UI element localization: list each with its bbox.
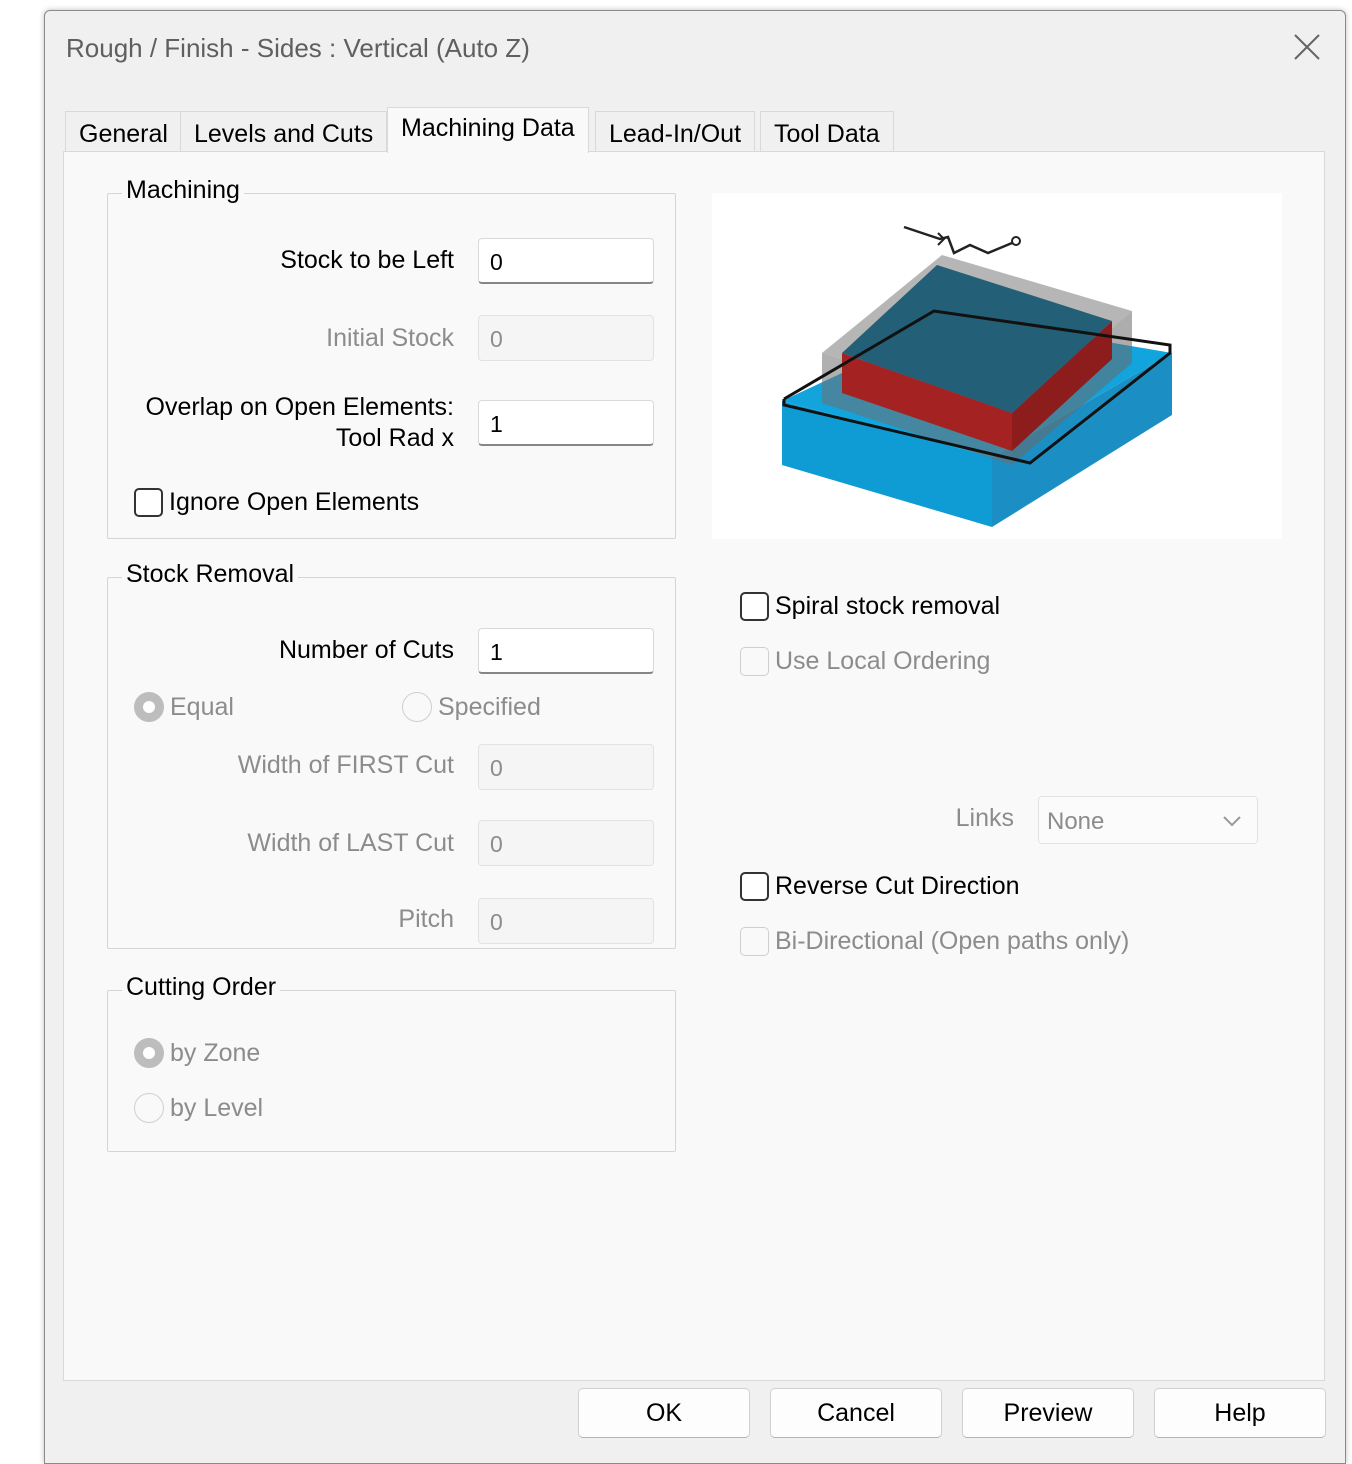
dialog-title: Rough / Finish - Sides : Vertical (Auto … bbox=[66, 33, 530, 63]
stock-left-input[interactable]: 0 bbox=[478, 238, 654, 284]
overlap-label-line2: Tool Rad x bbox=[335, 424, 454, 452]
tab-machining-data[interactable]: Machining Data bbox=[387, 107, 589, 153]
title-bar: Rough / Finish - Sides : Vertical (Auto … bbox=[45, 11, 1345, 87]
stock-block-illustration bbox=[782, 225, 1172, 527]
initial-stock-label: Initial Stock bbox=[326, 324, 454, 352]
cancel-button[interactable]: Cancel bbox=[770, 1388, 942, 1438]
ok-button[interactable]: OK bbox=[578, 1388, 750, 1438]
close-button[interactable] bbox=[1289, 29, 1325, 65]
use-local-ordering-label: Use Local Ordering bbox=[775, 647, 991, 675]
links-select-value: None bbox=[1047, 808, 1105, 835]
cutting-order-group: Cutting Order bbox=[107, 973, 676, 1152]
radio-dot-selected bbox=[134, 692, 164, 722]
tab-lead-in-out[interactable]: Lead-In/Out bbox=[595, 111, 756, 152]
equal-radio: Equal bbox=[134, 692, 234, 722]
ignore-open-elements-label: Ignore Open Elements bbox=[169, 488, 420, 516]
by-zone-label: by Zone bbox=[170, 1038, 261, 1067]
reverse-cut-direction-label: Reverse Cut Direction bbox=[775, 872, 1020, 900]
close-icon bbox=[1294, 34, 1320, 60]
overlap-input[interactable]: 1 bbox=[478, 400, 654, 446]
spiral-stock-removal-checkbox[interactable]: Spiral stock removal bbox=[740, 592, 1000, 621]
specified-label: Specified bbox=[438, 692, 541, 721]
chevron-down-icon bbox=[1223, 816, 1241, 827]
tab-panel: Machining Stock to be Left 0 Initial Sto… bbox=[63, 151, 1325, 1381]
machining-preview-image bbox=[712, 193, 1282, 539]
tab-levels-and-cuts[interactable]: Levels and Cuts bbox=[180, 111, 388, 152]
links-label: Links bbox=[955, 804, 1014, 832]
overlap-label-line1: Overlap on Open Elements: bbox=[145, 393, 455, 421]
pitch-input: 0 bbox=[478, 898, 654, 944]
first-cut-label: Width of FIRST Cut bbox=[237, 751, 454, 779]
checkbox-box bbox=[740, 647, 769, 676]
initial-stock-input: 0 bbox=[478, 315, 654, 361]
checkbox-box bbox=[134, 488, 163, 517]
first-cut-input: 0 bbox=[478, 744, 654, 790]
checkbox-box bbox=[740, 872, 769, 901]
tab-tool-data[interactable]: Tool Data bbox=[760, 111, 894, 152]
bi-directional-checkbox: Bi-Directional (Open paths only) bbox=[740, 927, 1129, 956]
specified-radio: Specified bbox=[402, 692, 541, 722]
checkbox-box bbox=[740, 592, 769, 621]
last-cut-input: 0 bbox=[478, 820, 654, 866]
tab-general[interactable]: General bbox=[65, 111, 182, 152]
num-cuts-input[interactable]: 1 bbox=[478, 628, 654, 674]
equal-label: Equal bbox=[170, 692, 234, 721]
dialog-window: Rough / Finish - Sides : Vertical (Auto … bbox=[44, 10, 1346, 1464]
reverse-cut-direction-checkbox[interactable]: Reverse Cut Direction bbox=[740, 872, 1020, 901]
bi-directional-label: Bi-Directional (Open paths only) bbox=[775, 927, 1130, 955]
by-level-label: by Level bbox=[170, 1093, 264, 1122]
stock-left-label: Stock to be Left bbox=[280, 246, 454, 274]
machining-group-title: Machining bbox=[122, 176, 244, 205]
ignore-open-elements-checkbox[interactable]: Ignore Open Elements bbox=[134, 488, 419, 517]
cutting-order-group-title: Cutting Order bbox=[122, 973, 281, 1002]
radio-dot bbox=[134, 1093, 164, 1123]
radio-dot-selected bbox=[134, 1038, 164, 1068]
use-local-ordering-checkbox: Use Local Ordering bbox=[740, 647, 990, 676]
checkbox-box bbox=[740, 927, 769, 956]
num-cuts-label: Number of Cuts bbox=[278, 636, 454, 664]
spiral-stock-removal-label: Spiral stock removal bbox=[775, 592, 1001, 620]
by-zone-radio: by Zone bbox=[134, 1038, 260, 1068]
radio-dot bbox=[402, 692, 432, 722]
preview-button[interactable]: Preview bbox=[962, 1388, 1134, 1438]
links-select: None bbox=[1038, 796, 1258, 844]
pitch-label: Pitch bbox=[398, 905, 454, 933]
by-level-radio: by Level bbox=[134, 1093, 263, 1123]
stock-removal-group-title: Stock Removal bbox=[122, 560, 299, 589]
help-button[interactable]: Help bbox=[1154, 1388, 1326, 1438]
last-cut-label: Width of LAST Cut bbox=[247, 829, 454, 857]
